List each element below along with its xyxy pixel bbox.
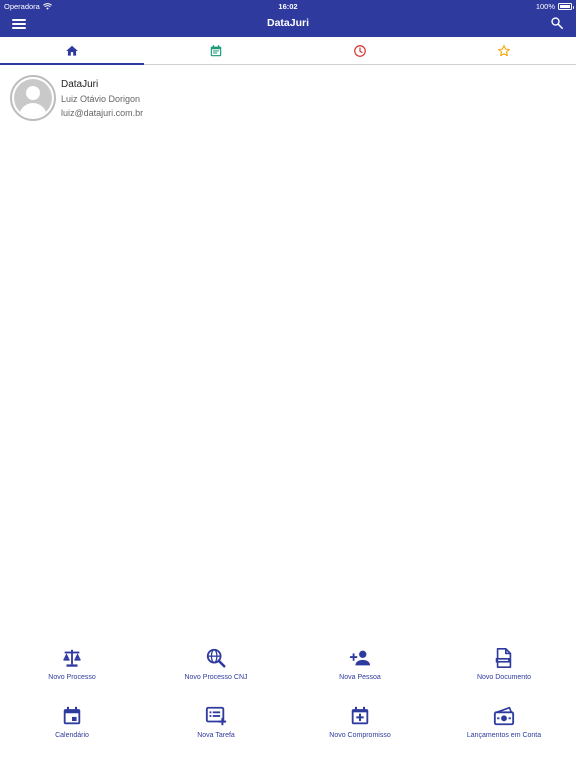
money-icon: [493, 706, 515, 726]
action-novo-processo-cnj[interactable]: Novo Processo CNJ: [144, 643, 288, 693]
action-novo-documento[interactable]: Novo Documento: [432, 643, 576, 693]
add-person-icon: [349, 650, 371, 666]
action-label: Novo Processo CNJ: [184, 674, 248, 681]
profile-email: luiz@datajuri.com.br: [61, 108, 144, 118]
action-label: Lançamentos em Conta: [466, 732, 542, 739]
search-icon[interactable]: [550, 16, 564, 30]
action-nova-tarefa[interactable]: Nova Tarefa: [144, 701, 288, 751]
action-label: Novo Documento: [476, 674, 532, 681]
calendar-add-icon: [351, 706, 369, 725]
globe-search-icon: [206, 648, 226, 668]
tab-favorites[interactable]: [432, 37, 576, 65]
status-bar: Operadora 16:02 100%: [0, 0, 576, 12]
add-task-icon: [205, 706, 227, 726]
action-label: Nova Pessoa: [339, 674, 381, 681]
top-bar: Operadora 16:02 100% DataJuri: [0, 0, 576, 37]
tab-agenda[interactable]: [144, 37, 288, 65]
action-label: Novo Compromisso: [329, 732, 391, 739]
tab-recent[interactable]: [288, 37, 432, 65]
action-novo-processo[interactable]: Novo Processo: [0, 643, 144, 693]
home-icon: [66, 45, 78, 56]
profile-app-name: DataJuri: [61, 79, 99, 90]
action-nova-pessoa[interactable]: Nova Pessoa: [288, 643, 432, 693]
tab-bar: [0, 37, 576, 65]
action-calendario[interactable]: Calendário: [0, 701, 144, 751]
battery-info: 100%: [535, 2, 574, 11]
calendar-event-icon: [210, 45, 222, 57]
star-icon: [498, 45, 510, 57]
nav-bar: DataJuri: [0, 12, 576, 37]
document-icon: [495, 648, 512, 668]
status-time: 16:02: [278, 2, 298, 11]
battery-percent: 100%: [535, 2, 555, 11]
tab-home[interactable]: [0, 37, 144, 65]
scales-icon: [63, 649, 81, 667]
tab-indicator: [0, 63, 144, 65]
action-lancamentos-em-conta[interactable]: Lançamentos em Conta: [432, 701, 576, 751]
action-label: Novo Processo: [48, 674, 96, 681]
clock-icon: [354, 45, 366, 57]
app-title: DataJuri: [266, 17, 309, 29]
calendar-icon: [63, 706, 81, 725]
action-label: Nova Tarefa: [197, 732, 235, 739]
profile-card[interactable]: DataJuri Luiz Otávio Dorigon luiz@dataju…: [10, 75, 310, 123]
action-novo-compromisso[interactable]: Novo Compromisso: [288, 701, 432, 751]
profile-user-name: Luiz Otávio Dorigon: [61, 94, 141, 104]
action-label: Calendário: [55, 732, 89, 739]
battery-icon: [558, 3, 574, 10]
avatar: [10, 75, 56, 121]
